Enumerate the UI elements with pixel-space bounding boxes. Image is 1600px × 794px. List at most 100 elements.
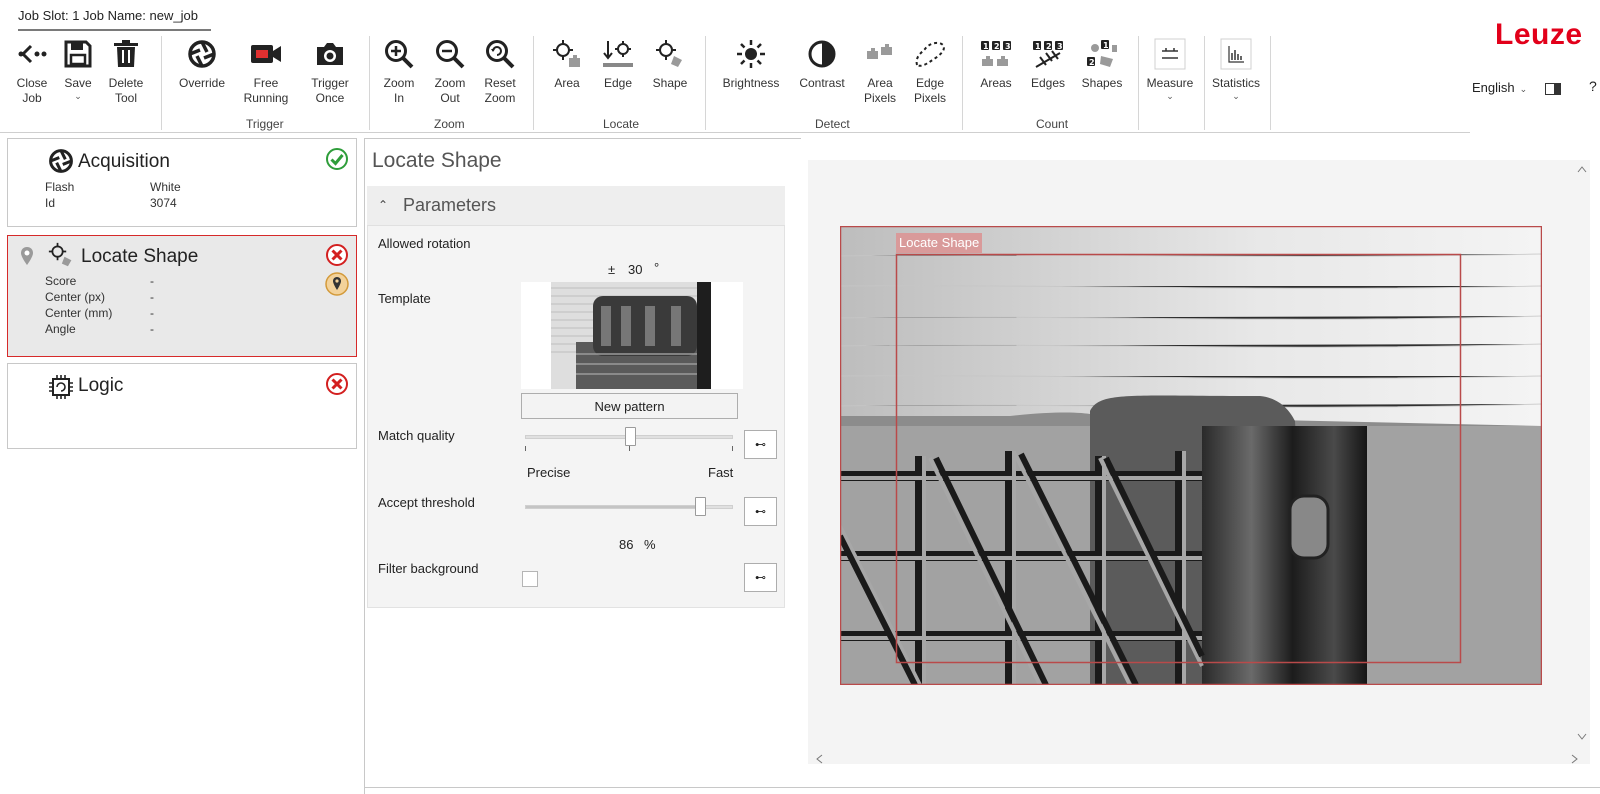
group-label-detect: Detect xyxy=(815,117,850,131)
zoom-out-label: Zoom Out xyxy=(434,76,466,105)
trigger-once-label: Trigger Once xyxy=(311,76,349,105)
svg-text:2: 2 xyxy=(1046,42,1052,51)
language-selector[interactable]: English ⌄ xyxy=(1472,80,1527,95)
close-job-button[interactable]: Close Job xyxy=(14,36,50,106)
count-edges-button[interactable]: 123 Edges xyxy=(1028,36,1068,91)
edge-pixels-label: Edge Pixels xyxy=(913,76,946,105)
vertical-scrollbar[interactable] xyxy=(1574,162,1590,752)
parameters-title: Parameters xyxy=(403,195,497,215)
link-parameter-button[interactable]: ⊷ xyxy=(744,563,777,592)
match-quality-slider[interactable] xyxy=(525,427,733,446)
horizontal-scrollbar[interactable] xyxy=(812,752,1582,766)
video-camera-icon xyxy=(248,36,284,72)
trigger-once-button[interactable]: Trigger Once xyxy=(304,36,356,106)
ribbon-separator xyxy=(705,36,706,130)
statistics-button[interactable]: Statistics ⌄ xyxy=(1208,36,1264,101)
accept-threshold-value[interactable]: 86 xyxy=(619,537,633,552)
accept-threshold-slider-thumb[interactable] xyxy=(695,497,706,516)
area-pixels-label: Area Pixels xyxy=(863,76,896,105)
contrast-button[interactable]: Contrast xyxy=(796,36,848,91)
filter-background-checkbox[interactable] xyxy=(522,571,538,587)
delete-tool-button[interactable]: Delete Tool xyxy=(106,36,146,106)
rotation-unit: ° xyxy=(654,260,660,275)
override-button[interactable]: Override xyxy=(176,36,228,91)
measure-icon xyxy=(1152,36,1188,72)
tool-param-key: Angle xyxy=(45,322,76,336)
job-slot-info: Job Slot: 1 Job Name: new_job xyxy=(18,8,198,23)
accept-threshold-unit: % xyxy=(644,537,656,552)
zoom-out-button[interactable]: Zoom Out xyxy=(431,36,469,106)
ribbon-separator xyxy=(1270,36,1271,130)
count-areas-button[interactable]: 123 Areas xyxy=(976,36,1016,91)
link-icon: ⊷ xyxy=(755,572,766,584)
count-areas-label: Areas xyxy=(980,76,1012,90)
filter-background-label: Filter background xyxy=(378,561,479,576)
svg-text:3: 3 xyxy=(1057,42,1063,51)
ribbon-separator xyxy=(1138,36,1139,130)
aperture-icon xyxy=(48,148,74,174)
count-edges-label: Edges xyxy=(1030,76,1066,90)
ribbon-separator xyxy=(1204,36,1205,130)
roi-label: Locate Shape xyxy=(896,233,983,253)
zoom-in-label: Zoom In xyxy=(383,76,415,105)
zoom-out-icon xyxy=(432,36,468,72)
measure-label: Measure xyxy=(1146,76,1194,90)
count-shapes-button[interactable]: 12 Shapes xyxy=(1080,36,1124,91)
locate-edge-button[interactable]: Edge xyxy=(600,36,636,91)
tool-card-acquisition[interactable]: Acquisition Flash White Id 3074 xyxy=(7,138,357,227)
svg-text:3: 3 xyxy=(1005,42,1011,51)
svg-text:2: 2 xyxy=(994,42,1000,51)
chevron-up-icon[interactable]: ⌃ xyxy=(378,198,388,212)
statistics-icon xyxy=(1218,36,1254,72)
reset-zoom-icon xyxy=(482,36,518,72)
area-pixels-button[interactable]: Area Pixels xyxy=(860,36,900,106)
aperture-icon xyxy=(184,36,220,72)
locate-edge-label: Edge xyxy=(603,76,633,90)
locate-area-label: Area xyxy=(554,76,580,90)
ribbon-separator xyxy=(962,36,963,130)
slider-tick xyxy=(525,446,526,451)
tool-card-locate-shape[interactable]: Locate Shape Score - Center (px) - Cente… xyxy=(7,235,357,357)
rotation-value[interactable]: 30 xyxy=(628,262,642,277)
brightness-button[interactable]: Brightness xyxy=(720,36,782,91)
tool-param-value: - xyxy=(150,322,154,336)
tool-param-value: - xyxy=(150,306,154,320)
reset-zoom-button[interactable]: Reset Zoom xyxy=(480,36,520,106)
edge-pixels-button[interactable]: Edge Pixels xyxy=(910,36,950,106)
svg-text:2: 2 xyxy=(1089,58,1095,67)
locate-shape-button[interactable]: Shape xyxy=(650,36,690,91)
close-job-label: Close Job xyxy=(16,76,48,105)
tool-title: Logic xyxy=(78,375,124,396)
svg-text:1: 1 xyxy=(1035,42,1041,51)
tool-card-logic[interactable]: Logic xyxy=(7,363,357,449)
tool-param-key: Center (mm) xyxy=(45,306,113,320)
slider-tick xyxy=(629,446,630,451)
link-parameter-button[interactable]: ⊷ xyxy=(744,497,777,526)
free-running-button[interactable]: Free Running xyxy=(240,36,292,106)
ribbon-separator xyxy=(161,36,162,130)
save-button[interactable]: Save ⌄ xyxy=(60,36,96,101)
match-quality-label: Match quality xyxy=(378,428,455,443)
accept-threshold-slider[interactable] xyxy=(525,497,733,516)
locate-area-button[interactable]: Area xyxy=(549,36,585,91)
language-value: English xyxy=(1472,80,1515,95)
brightness-label: Brightness xyxy=(722,76,780,90)
tool-param-key: Score xyxy=(45,274,77,288)
tool-title: Locate Shape xyxy=(81,246,199,267)
display-mode-icon[interactable] xyxy=(1545,82,1561,95)
camera-image[interactable] xyxy=(837,225,1543,687)
measure-button[interactable]: Measure ⌄ xyxy=(1144,36,1196,101)
help-icon[interactable]: ? xyxy=(1589,78,1597,94)
match-quality-slider-thumb[interactable] xyxy=(625,427,636,446)
free-running-label: Free Running xyxy=(243,76,289,105)
location-pin-icon xyxy=(20,246,36,268)
edge-pixels-icon xyxy=(912,36,948,72)
new-pattern-button[interactable]: New pattern xyxy=(521,393,738,419)
reset-zoom-label: Reset Zoom xyxy=(484,76,516,105)
tool-param-key: Flash xyxy=(45,180,75,194)
tool-param-value: White xyxy=(150,180,181,194)
link-parameter-button[interactable]: ⊷ xyxy=(744,430,777,459)
zoom-in-button[interactable]: Zoom In xyxy=(380,36,418,106)
tool-param-value: - xyxy=(150,274,154,288)
reference-pin-icon[interactable] xyxy=(325,272,349,296)
